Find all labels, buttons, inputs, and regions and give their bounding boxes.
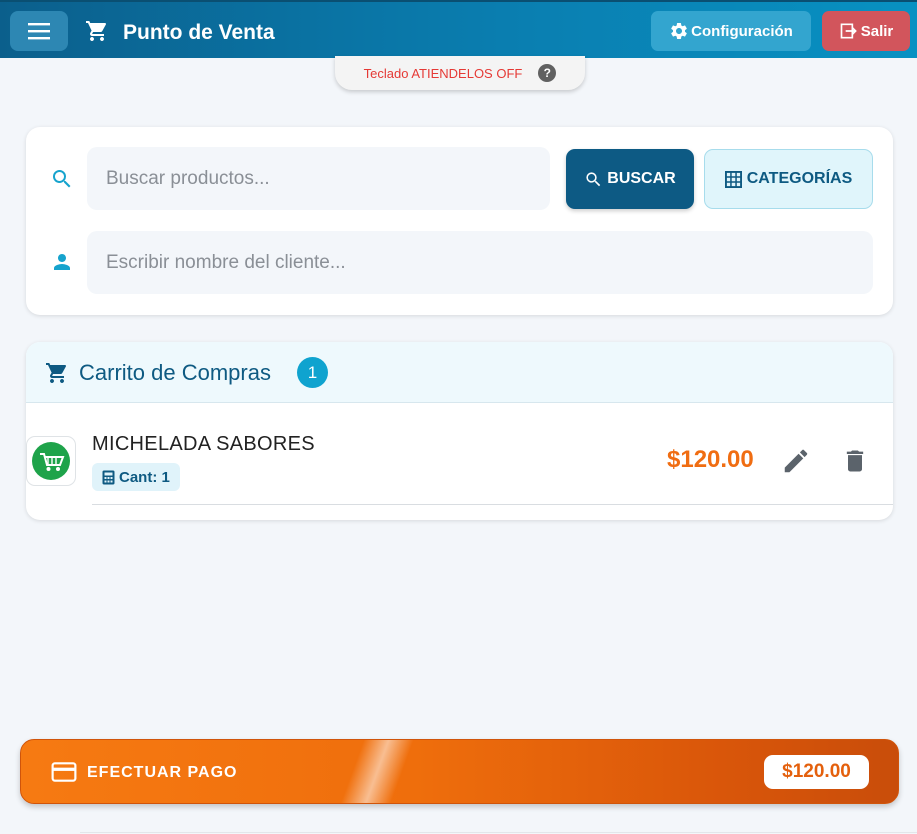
top-bar: Punto de Venta Configuración Salir <box>0 0 917 58</box>
help-icon[interactable]: ? <box>538 64 557 82</box>
categories-button-label: CATEGORÍAS <box>746 170 853 187</box>
trash-icon[interactable] <box>841 446 869 476</box>
item-name: MICHELADA SABORES <box>92 433 315 455</box>
exit-icon <box>840 23 857 39</box>
product-search-input[interactable] <box>87 147 550 210</box>
person-icon <box>54 254 70 270</box>
cart-icon <box>46 363 67 383</box>
config-button[interactable]: Configuración <box>651 11 811 51</box>
item-price: $120.00 <box>667 446 754 473</box>
menu-icon <box>28 23 50 40</box>
item-divider <box>92 504 893 505</box>
search-icon <box>53 170 71 188</box>
credit-card-icon <box>51 762 77 782</box>
pay-total: $120.00 <box>764 755 869 789</box>
search-button-label: BUSCAR <box>607 170 676 187</box>
cart-title: Carrito de Compras <box>79 360 271 385</box>
keyboard-status-pill[interactable]: Teclado ATIENDELOS OFF ? <box>335 56 585 90</box>
pencil-icon[interactable] <box>781 446 811 476</box>
cart-card: Carrito de Compras 1 MICHELADA SABORES C… <box>26 342 893 520</box>
search-card: BUSCAR CATEGORÍAS <box>26 127 893 315</box>
search-icon <box>586 171 601 186</box>
cart-header: Carrito de Compras 1 <box>26 342 893 403</box>
item-image <box>26 436 76 486</box>
grid-icon <box>724 170 742 188</box>
exit-button[interactable]: Salir <box>822 11 910 51</box>
app-title: Punto de Venta <box>123 21 275 44</box>
bottom-divider <box>80 832 917 833</box>
search-button[interactable]: BUSCAR <box>566 149 694 209</box>
keyboard-status-text: Teclado ATIENDELOS OFF <box>363 65 523 81</box>
categories-button[interactable]: CATEGORÍAS <box>704 149 873 209</box>
exit-label: Salir <box>860 22 894 40</box>
config-label: Configuración <box>691 22 793 40</box>
item-quantity-chip: Cant: 1 <box>92 463 180 491</box>
gear-icon <box>671 22 687 39</box>
calculator-icon <box>102 470 115 484</box>
item-quantity: Cant: 1 <box>119 468 170 486</box>
cart-count-badge: 1 <box>297 357 328 388</box>
pay-button-shine <box>334 740 418 803</box>
pay-button-label: EFECTUAR PAGO <box>87 764 238 781</box>
shopping-cart-logo <box>32 442 70 480</box>
menu-button[interactable] <box>10 11 68 51</box>
pay-button[interactable]: EFECTUAR PAGO $120.00 <box>20 739 899 804</box>
client-name-input[interactable] <box>87 231 873 294</box>
cart-icon <box>86 21 107 41</box>
